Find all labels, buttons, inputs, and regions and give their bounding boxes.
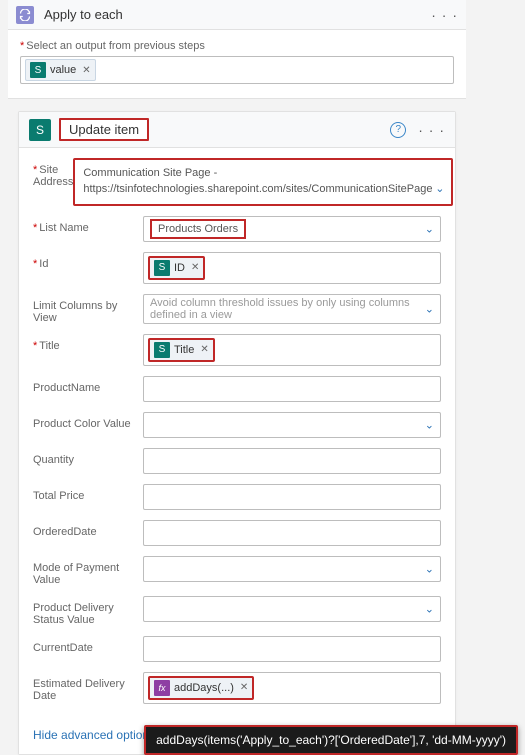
- quantity-label: Quantity: [33, 448, 143, 466]
- product-color-input[interactable]: ⌄: [143, 412, 441, 438]
- limit-columns-label: Limit Columns by View: [33, 294, 143, 324]
- sharepoint-icon: S: [154, 260, 170, 276]
- info-icon[interactable]: ?: [390, 122, 406, 138]
- id-input[interactable]: S ID ✕: [143, 252, 441, 284]
- delivery-status-input[interactable]: ⌄: [143, 596, 441, 622]
- expression-tooltip: addDays(items('Apply_to_each')?['Ordered…: [144, 725, 518, 755]
- token-title[interactable]: S Title ✕: [148, 338, 215, 362]
- chevron-down-icon[interactable]: ⌄: [425, 562, 434, 575]
- payment-mode-label: Mode of Payment Value: [33, 556, 143, 586]
- close-icon[interactable]: ✕: [200, 344, 208, 355]
- chevron-down-icon[interactable]: ⌄: [425, 302, 434, 315]
- ordered-date-input[interactable]: [143, 520, 441, 546]
- title-input[interactable]: S Title ✕: [143, 334, 441, 366]
- apply-to-each-header[interactable]: Apply to each · · ·: [8, 0, 466, 30]
- apply-to-each-title: Apply to each: [44, 7, 123, 22]
- estimated-date-label: Estimated Delivery Date: [33, 672, 143, 702]
- payment-mode-input[interactable]: ⌄: [143, 556, 441, 582]
- chevron-down-icon[interactable]: ⌄: [425, 602, 434, 615]
- estimated-date-input[interactable]: fx addDays(...) ✕: [143, 672, 441, 704]
- close-icon[interactable]: ✕: [82, 65, 90, 76]
- title-label: Title: [33, 334, 143, 352]
- fx-icon: fx: [154, 680, 170, 696]
- previous-output-label: Select an output from previous steps: [20, 40, 454, 52]
- update-item-more-button[interactable]: · · ·: [418, 122, 445, 138]
- site-address-label: Site Address: [33, 158, 73, 188]
- current-date-input[interactable]: [143, 636, 441, 662]
- list-name-input[interactable]: Products Orders ⌄: [143, 216, 441, 242]
- chevron-down-icon[interactable]: ⌄: [435, 182, 444, 198]
- limit-columns-input[interactable]: Avoid column threshold issues by only us…: [143, 294, 441, 324]
- previous-output-input[interactable]: S value ✕: [20, 56, 454, 84]
- delivery-status-label: Product Delivery Status Value: [33, 596, 143, 626]
- token-value[interactable]: S value ✕: [25, 59, 96, 81]
- close-icon[interactable]: ✕: [191, 262, 199, 273]
- total-price-input[interactable]: [143, 484, 441, 510]
- productname-input[interactable]: [143, 376, 441, 402]
- update-item-header[interactable]: S Update item ? · · ·: [19, 112, 455, 148]
- token-id[interactable]: S ID ✕: [148, 256, 205, 280]
- close-icon[interactable]: ✕: [240, 682, 248, 693]
- quantity-input[interactable]: [143, 448, 441, 474]
- chevron-down-icon[interactable]: ⌄: [425, 418, 434, 431]
- list-name-label: List Name: [33, 216, 143, 234]
- token-adddays[interactable]: fx addDays(...) ✕: [148, 676, 254, 700]
- update-item-card: S Update item ? · · · Site Address Commu…: [18, 111, 456, 755]
- product-color-label: Product Color Value: [33, 412, 143, 430]
- apply-to-each-more-button[interactable]: · · ·: [431, 7, 458, 23]
- sharepoint-icon: S: [29, 119, 51, 141]
- update-item-form: Site Address Communication Site Page - h…: [19, 148, 455, 720]
- current-date-label: CurrentDate: [33, 636, 143, 654]
- update-item-title: Update item: [59, 118, 149, 141]
- total-price-label: Total Price: [33, 484, 143, 502]
- loop-icon: [16, 6, 34, 24]
- sharepoint-icon: S: [30, 62, 46, 78]
- site-address-input[interactable]: Communication Site Page - https://tsinfo…: [73, 158, 452, 206]
- chevron-down-icon[interactable]: ⌄: [425, 222, 434, 235]
- id-label: Id: [33, 252, 143, 270]
- ordered-date-label: OrderedDate: [33, 520, 143, 538]
- apply-to-each-body: Select an output from previous steps S v…: [8, 30, 466, 99]
- sharepoint-icon: S: [154, 342, 170, 358]
- productname-label: ProductName: [33, 376, 143, 394]
